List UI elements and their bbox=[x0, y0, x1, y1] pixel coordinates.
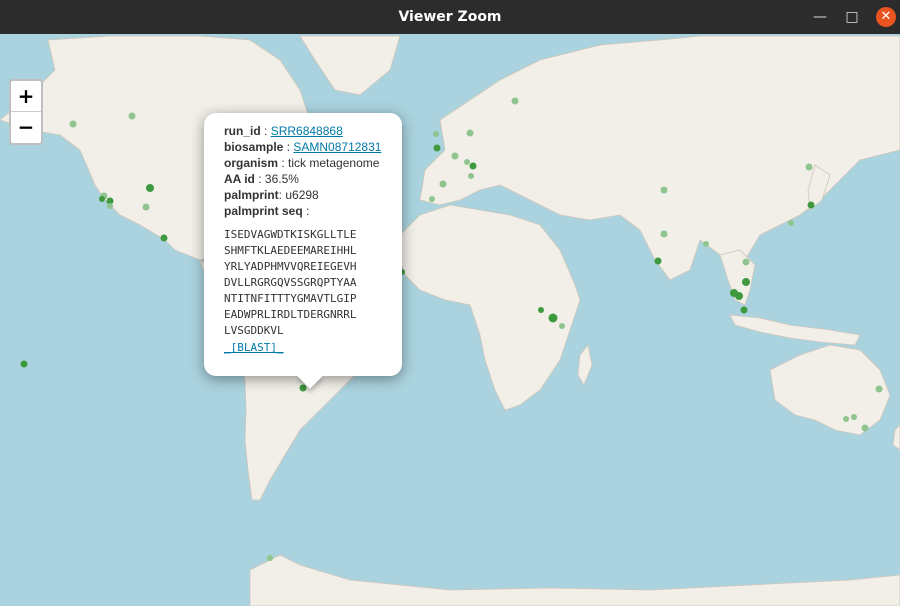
blast-link[interactable]: _[BLAST]_ bbox=[224, 341, 284, 354]
aa-id-row: AA id : 36.5% bbox=[224, 172, 299, 186]
zoom-control: + − bbox=[9, 79, 43, 145]
organism-row: organism : tick metagenome bbox=[224, 156, 380, 170]
palmprint-row: palmprint: u6298 bbox=[224, 188, 319, 202]
run-id-label: run_id bbox=[224, 124, 261, 138]
biosample-row: biosample : SAMN08712831 bbox=[224, 140, 382, 154]
palmprint-seq-row: palmprint seq : bbox=[224, 204, 310, 218]
maximize-button[interactable]: □ bbox=[842, 7, 862, 27]
sequence-line: YRLYADPHMVVQREIEGEVH bbox=[224, 260, 357, 273]
sequence-line: ISEDVAGWDTKISKGLLTLE bbox=[224, 228, 357, 241]
sequence-line: EADWPRLIRDLTDERGNRRL bbox=[224, 308, 357, 321]
sequence-line: SHMFTKLAEDEEMAREIHHL bbox=[224, 244, 357, 257]
window-title: Viewer Zoom bbox=[398, 9, 502, 25]
aa-id-value: 36.5% bbox=[264, 172, 299, 186]
run-id-row: run_id : SRR6848868 bbox=[224, 124, 343, 138]
run-id-link[interactable]: SRR6848868 bbox=[271, 124, 343, 138]
sequence-line: LVSGDDKVL bbox=[224, 324, 284, 337]
title-bar: Viewer Zoom — □ ✕ bbox=[0, 0, 900, 34]
zoom-out-button[interactable]: − bbox=[11, 112, 41, 142]
zoom-in-button[interactable]: + bbox=[11, 81, 41, 112]
sequence-block: ISEDVAGWDTKISKGLLTLE SHMFTKLAEDEEMAREIHHL… bbox=[224, 227, 382, 339]
aa-id-label: AA id bbox=[224, 172, 255, 186]
biosample-link[interactable]: SAMN08712831 bbox=[293, 140, 381, 154]
map-canvas[interactable]: + − bbox=[0, 34, 900, 606]
sequence-line: NTITNFITTTYGMAVTLGIP bbox=[224, 292, 357, 305]
biosample-label: biosample bbox=[224, 140, 284, 154]
palmprint-value: u6298 bbox=[285, 188, 319, 202]
marker-popup: run_id : SRR6848868 biosample : SAMN0871… bbox=[204, 113, 402, 389]
organism-value: tick metagenome bbox=[288, 156, 380, 170]
palmprint-label: palmprint bbox=[224, 188, 279, 202]
sequence-line: DVLLRGRGQVSSGRQPTYAA bbox=[224, 276, 357, 289]
organism-label: organism bbox=[224, 156, 279, 170]
world-map bbox=[0, 34, 900, 606]
close-button[interactable]: ✕ bbox=[876, 7, 896, 27]
palmprint-seq-label: palmprint seq bbox=[224, 204, 303, 218]
minimize-button[interactable]: — bbox=[810, 7, 830, 27]
